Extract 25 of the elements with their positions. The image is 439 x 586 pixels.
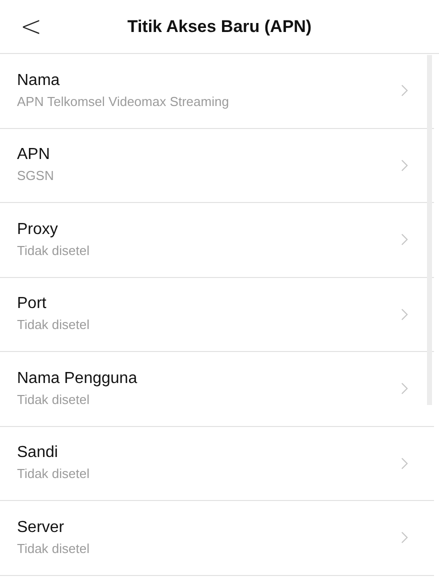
chevron-right-icon xyxy=(401,308,408,321)
setting-label: Nama Pengguna xyxy=(17,368,138,389)
setting-label: Sandi xyxy=(17,443,59,464)
setting-value: Tidak disetel xyxy=(17,242,90,260)
setting-value: Tidak disetel xyxy=(17,316,90,334)
chevron-right-icon xyxy=(401,382,408,396)
setting-value: SGSN xyxy=(17,167,55,186)
setting-value: APN Telkomsel Videomax Streaming xyxy=(17,92,230,111)
setting-label: Port xyxy=(17,294,48,314)
chevron-right-icon xyxy=(401,531,408,544)
setting-label: Nama xyxy=(17,70,61,91)
setting-label: Proxy xyxy=(17,220,59,240)
setting-row[interactable]: Server Tidak disetel xyxy=(0,501,434,576)
setting-row[interactable]: Sandi Tidak disetel xyxy=(0,426,434,501)
setting-label: APN xyxy=(17,145,51,166)
chevron-right-icon xyxy=(401,456,408,470)
chevron-right-icon xyxy=(401,84,408,98)
screen-title: Titik Akses Baru (APN) xyxy=(126,16,313,36)
chevron-right-icon xyxy=(401,233,408,246)
back-button[interactable]: < xyxy=(8,4,54,48)
setting-value: Tidak disetel xyxy=(17,465,90,484)
setting-label: Server xyxy=(17,518,66,538)
setting-value: Tidak disetel xyxy=(17,390,90,409)
setting-value: Tidak disetel xyxy=(17,540,90,558)
chevron-right-icon xyxy=(401,158,408,172)
